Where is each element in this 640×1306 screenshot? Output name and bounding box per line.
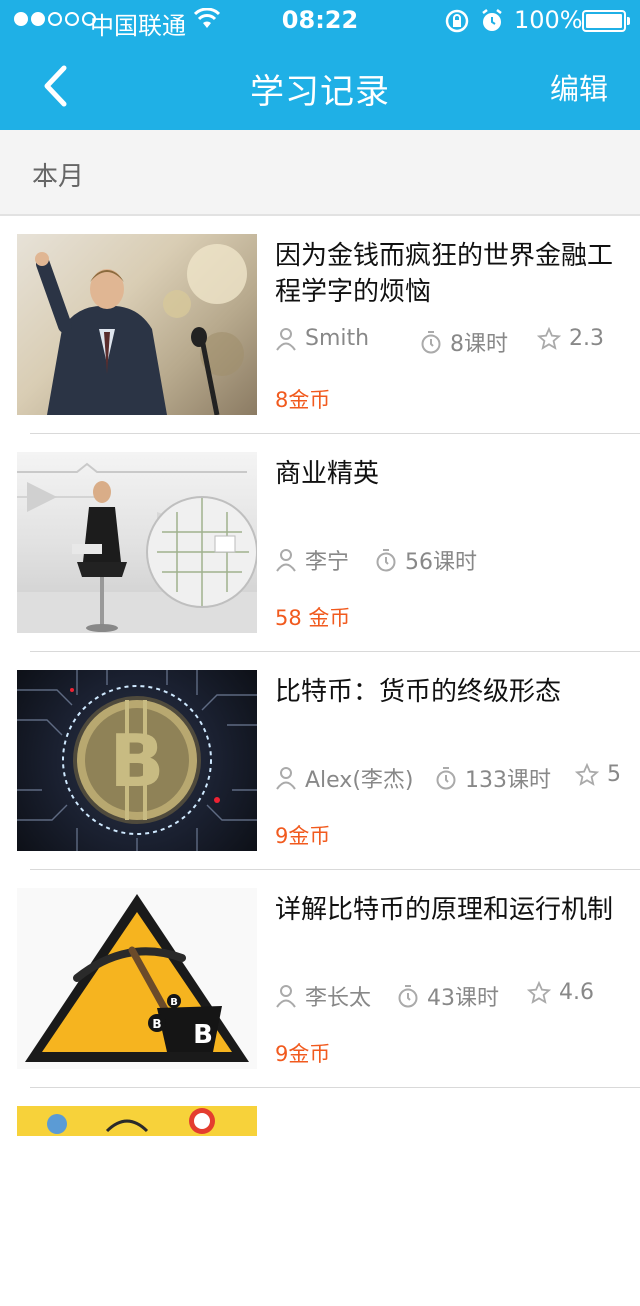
user-icon — [276, 549, 296, 572]
course-author: Smith — [305, 326, 370, 351]
course-author: Alex(李杰) — [305, 768, 414, 793]
user-icon — [276, 985, 296, 1008]
course-hours: 43课时 — [427, 986, 499, 1011]
rotation-lock-icon — [445, 9, 469, 33]
course-meta: 李宁 56课时 — [275, 544, 635, 576]
course-price: 8金币 — [275, 388, 331, 412]
course-rating: 4.6 — [559, 980, 594, 1005]
course-thumbnail — [17, 234, 257, 415]
course-meta: 李长太 43课时 4.6 — [275, 980, 635, 1012]
edit-button[interactable]: 编辑 — [550, 66, 608, 108]
star-icon — [575, 762, 599, 786]
user-icon — [276, 767, 296, 790]
navigation-bar: 学习记录 编辑 — [0, 42, 640, 130]
course-hours: 8课时 — [450, 332, 508, 357]
course-hours: 133课时 — [465, 768, 551, 793]
list-item[interactable]: B 比特币：货币的终级形态 Alex(李杰) 133课时 5 9金币 — [0, 652, 640, 870]
course-thumbnail: B B B — [17, 888, 257, 1069]
svg-text:B: B — [170, 997, 178, 1008]
course-title: 商业精英 — [275, 459, 380, 489]
list-item[interactable]: B B B 详解比特币的原理和运行机制 李长太 43课时 4.6 9金币 — [0, 870, 640, 1088]
course-author: 李宁 — [305, 550, 350, 575]
list-item[interactable] — [0, 1088, 640, 1306]
battery-percentage: 100% — [514, 6, 583, 34]
course-price: 58 金币 — [275, 606, 351, 630]
svg-text:B: B — [110, 719, 165, 803]
alarm-icon — [482, 9, 502, 31]
section-title: 本月 — [32, 162, 85, 192]
course-price: 9金币 — [275, 824, 331, 848]
course-meta: Smith 8课时 2.3 — [275, 326, 635, 358]
svg-text:B: B — [152, 1017, 161, 1031]
timer-icon — [421, 331, 441, 354]
timer-icon — [376, 549, 396, 572]
timer-icon — [436, 767, 456, 790]
course-title: 因为金钱而疯狂的世界金融工程学字的烦恼 — [275, 241, 614, 307]
top-bar: 中国联通 08:22 100% 学习记录 编辑 — [0, 0, 640, 130]
battery-icon — [582, 10, 630, 32]
course-title: 详解比特币的原理和运行机制 — [275, 895, 614, 925]
course-author: 李长太 — [305, 986, 372, 1011]
list-item[interactable]: 商业精英 李宁 56课时 58 金币 — [0, 434, 640, 652]
course-meta: Alex(李杰) 133课时 5 — [275, 762, 635, 794]
list-item[interactable]: 因为金钱而疯狂的世界金融工程学字的烦恼 Smith 8课时 2.3 8金币 — [0, 216, 640, 434]
course-hours: 56课时 — [405, 550, 477, 575]
user-icon — [276, 327, 296, 351]
star-icon — [537, 326, 561, 350]
section-header: 本月 — [0, 130, 640, 216]
course-title: 比特币：货币的终级形态 — [275, 677, 562, 707]
timer-icon — [398, 985, 418, 1008]
status-bar: 中国联通 08:22 100% — [0, 0, 640, 42]
course-thumbnail: B — [17, 670, 257, 851]
svg-text:B: B — [193, 1020, 213, 1050]
course-rating: 2.3 — [569, 326, 604, 351]
course-thumbnail — [17, 1106, 257, 1136]
course-thumbnail — [17, 452, 257, 633]
course-rating: 5 — [607, 762, 621, 787]
page-title: 学习记录 — [250, 72, 390, 112]
star-icon — [527, 980, 551, 1004]
course-price: 9金币 — [275, 1042, 331, 1066]
